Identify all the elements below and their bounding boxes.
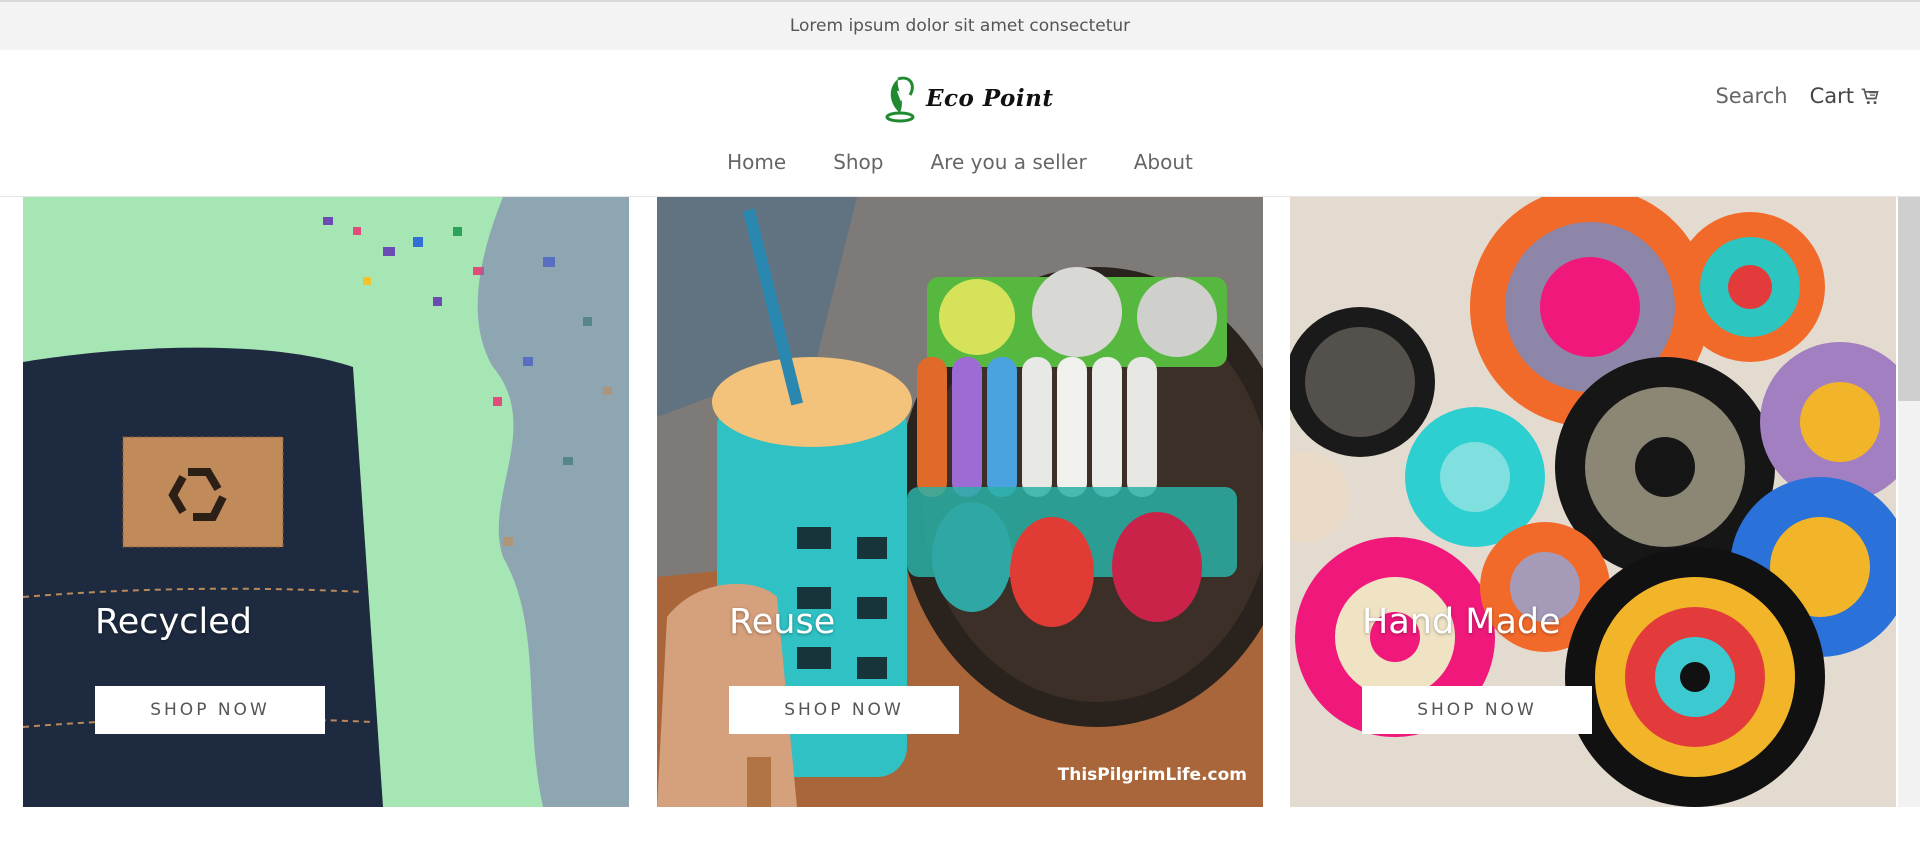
nav-about[interactable]: About [1134,150,1193,174]
card-title: Reuse [729,602,836,642]
card-recycled[interactable]: Recycled SHOP NOW [23,197,629,807]
card-title: Recycled [95,602,252,642]
category-cards: Recycled SHOP NOW Reuse SHOP NOW ThisPil… [0,197,1920,807]
shop-now-button[interactable]: SHOP NOW [95,686,325,734]
nav-seller[interactable]: Are you a seller [931,150,1087,174]
cart-label: Cart [1809,84,1854,108]
cart-icon [1861,88,1879,105]
site-header: Eco Point Search Cart Home Shop Are you … [0,50,1920,197]
logo[interactable]: Eco Point [884,72,1054,124]
scrollbar-thumb[interactable] [1898,197,1920,401]
photo-watermark: ThisPilgrimLife.com [1057,765,1247,785]
announcement-bar: Lorem ipsum dolor sit amet consectetur [0,0,1920,50]
shop-now-button[interactable]: SHOP NOW [1362,686,1592,734]
card-hand-made[interactable]: Hand Made SHOP NOW [1290,197,1896,807]
shop-now-button[interactable]: SHOP NOW [729,686,959,734]
nav-home[interactable]: Home [727,150,786,174]
header-actions: Search Cart [1715,84,1880,108]
leaf-globe-logo-icon [885,76,915,123]
logo-text: Eco Point [926,84,1054,112]
card-title: Hand Made [1362,602,1561,642]
nav-shop[interactable]: Shop [833,150,883,174]
card-reuse[interactable]: Reuse SHOP NOW ThisPilgrimLife.com [657,197,1263,807]
scrollbar[interactable] [1898,197,1920,807]
announcement-text: Lorem ipsum dolor sit amet consectetur [789,16,1131,36]
cart-link[interactable]: Cart [1810,84,1880,108]
search-link[interactable]: Search [1715,84,1787,108]
main-nav: Home Shop Are you a seller About [0,150,1920,174]
